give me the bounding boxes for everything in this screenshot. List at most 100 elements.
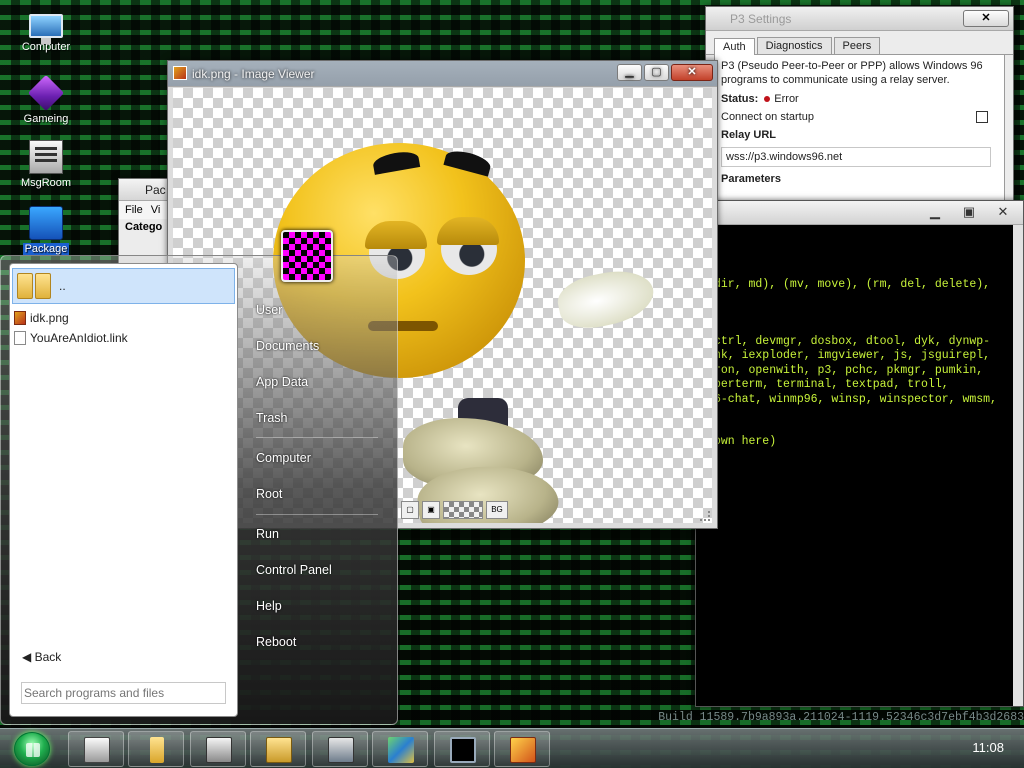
- resize-grip[interactable]: [700, 511, 710, 521]
- relay-url-label: Relay URL: [721, 129, 777, 141]
- terminal-window: ▁ ▣ ✕ dir, md), (mv, move), (rm, del, de…: [695, 200, 1024, 707]
- desktop-icon-computer[interactable]: Computer: [8, 10, 84, 53]
- close-button[interactable]: ✕: [963, 10, 1009, 27]
- eyebrow: [371, 149, 421, 175]
- minimize-button[interactable]: ▁: [919, 204, 951, 221]
- eyelid: [437, 217, 499, 245]
- menu-separator: [256, 514, 378, 515]
- maximize-button[interactable]: ▢: [644, 64, 669, 81]
- start-item-root[interactable]: Root: [256, 487, 282, 501]
- cube-icon: [27, 74, 65, 112]
- file-item-idk[interactable]: idk.png: [10, 308, 237, 328]
- relay-label-row: Relay URL: [721, 129, 998, 141]
- taskbar-msgroom-button[interactable]: [190, 731, 246, 767]
- p3-titlebar[interactable]: P3 Settings ✕: [706, 7, 1013, 31]
- desktop-icon-label: Package: [22, 243, 70, 255]
- desktop-icon-package[interactable]: Package: [8, 206, 84, 255]
- terminal-output[interactable]: dir, md), (mv, move), (rm, del, delete),…: [696, 225, 1023, 706]
- start-menu-file-list: .. idk.png YouAreAnIdiot.link ◀ Back: [9, 263, 238, 717]
- start-button[interactable]: [14, 732, 50, 766]
- start-menu: .. idk.png YouAreAnIdiot.link ◀ Back Use…: [0, 255, 398, 725]
- connect-on-startup-label: Connect on startup: [721, 111, 814, 123]
- terminal-titlebar[interactable]: ▁ ▣ ✕: [696, 201, 1023, 225]
- tab-peers[interactable]: Peers: [833, 37, 881, 54]
- terminal-line: ron, openwith, p3, pchc, pkmgr, pumkin,: [714, 364, 984, 377]
- parent-folder-item[interactable]: ..: [12, 268, 235, 304]
- user-avatar[interactable]: [281, 230, 333, 282]
- start-item-computer[interactable]: Computer: [256, 451, 311, 465]
- search-input[interactable]: [21, 682, 226, 704]
- desktop-icon-label: MsgRoom: [20, 177, 72, 189]
- start-item-documents[interactable]: Documents: [256, 339, 319, 353]
- status-error-icon: [764, 96, 771, 102]
- connect-row: Connect on startup: [721, 111, 998, 123]
- start-item-trash[interactable]: Trash: [256, 411, 288, 425]
- hand-image: [553, 263, 659, 335]
- package-installer-icon: [388, 737, 414, 763]
- folder-icon: [35, 273, 51, 299]
- terminal-line: 6-chat, winmp96, winsp, winspector, wmsm…: [714, 393, 997, 406]
- computer-icon: [29, 14, 63, 44]
- taskbar-package-installer-button[interactable]: [372, 731, 428, 767]
- start-item-run[interactable]: Run: [256, 527, 279, 541]
- taskbar: 11:08: [0, 728, 1024, 768]
- viewer-titlebar[interactable]: idk.png - Image Viewer ▁ ▢ ✕: [168, 61, 717, 87]
- maximize-button[interactable]: ▣: [953, 204, 985, 221]
- close-button[interactable]: ✕: [671, 64, 713, 81]
- minimize-button[interactable]: ▁: [617, 64, 642, 81]
- taskbar-folder-button[interactable]: [128, 731, 184, 767]
- parent-folder-label: ..: [59, 279, 66, 293]
- bg-button[interactable]: BG: [486, 501, 508, 519]
- params-row: Parameters: [721, 173, 998, 185]
- desktop-icon-gameing[interactable]: Gameing: [8, 74, 84, 125]
- link-file-icon: [14, 331, 26, 345]
- package-manager-icon: [266, 737, 292, 763]
- menu-file[interactable]: File: [125, 204, 143, 216]
- tab-diagnostics[interactable]: Diagnostics: [756, 37, 832, 54]
- taskbar-image-viewer-button[interactable]: [494, 731, 550, 767]
- file-name: YouAreAnIdiot.link: [30, 331, 128, 345]
- eyelid: [365, 221, 427, 249]
- taskbar-package-manager-button[interactable]: [250, 731, 306, 767]
- zoom-actual-button[interactable]: ▣: [422, 501, 440, 519]
- connect-on-startup-checkbox[interactable]: [976, 111, 988, 123]
- tab-auth[interactable]: Auth: [714, 38, 755, 55]
- checker-bg-button[interactable]: [443, 501, 483, 519]
- msgroom-icon: [29, 140, 63, 174]
- desktop-icon-msgroom[interactable]: MsgRoom: [8, 140, 84, 189]
- start-item-reboot[interactable]: Reboot: [256, 635, 296, 649]
- back-button[interactable]: ◀ Back: [22, 650, 61, 664]
- menu-view[interactable]: Vi: [151, 204, 161, 216]
- taskbar-terminal-button[interactable]: [434, 731, 490, 767]
- folder-icon: [17, 273, 33, 299]
- image-viewer-icon: [510, 737, 536, 763]
- start-item-app-data[interactable]: App Data: [256, 375, 308, 389]
- zoom-fit-button[interactable]: ▢: [401, 501, 419, 519]
- p3-settings-window: P3 Settings ✕ Auth Diagnostics Peers P3 …: [705, 6, 1014, 209]
- p3-tabs: Auth Diagnostics Peers: [706, 31, 1013, 55]
- p3-auth-panel: P3 (Pseudo Peer-to-Peer or PPP) allows W…: [714, 55, 1005, 209]
- terminal-line: nk, iexploder, imgviewer, js, jsguirepl,: [714, 349, 991, 362]
- folder-icon: [150, 737, 164, 763]
- start-item-help[interactable]: Help: [256, 599, 282, 613]
- terminal-scrollbar[interactable]: [1013, 225, 1023, 706]
- status-row: Status: Error: [721, 93, 998, 105]
- start-item-user[interactable]: User: [256, 303, 282, 317]
- relay-url-field[interactable]: wss://p3.windows96.net: [721, 147, 991, 167]
- close-button[interactable]: ✕: [987, 204, 1019, 221]
- desktop-icon-label: Gameing: [23, 113, 69, 125]
- window-title: idk.png - Image Viewer: [192, 67, 315, 81]
- window-title: Pac: [145, 183, 166, 197]
- status-label: Status:: [721, 93, 759, 105]
- taskbar-explorer-button[interactable]: [68, 731, 124, 767]
- p3-description: P3 (Pseudo Peer-to-Peer or PPP) allows W…: [721, 60, 983, 86]
- parameters-label: Parameters: [721, 173, 781, 185]
- terminal-line: own here): [714, 435, 777, 448]
- file-item-youareanidiot[interactable]: YouAreAnIdiot.link: [10, 328, 237, 348]
- menu-separator: [256, 437, 378, 438]
- window-title: P3 Settings: [730, 12, 792, 26]
- start-item-control-panel[interactable]: Control Panel: [256, 563, 332, 577]
- taskbar-network-button[interactable]: [312, 731, 368, 767]
- image-icon: [173, 66, 187, 80]
- taskbar-clock[interactable]: 11:08: [972, 740, 1004, 755]
